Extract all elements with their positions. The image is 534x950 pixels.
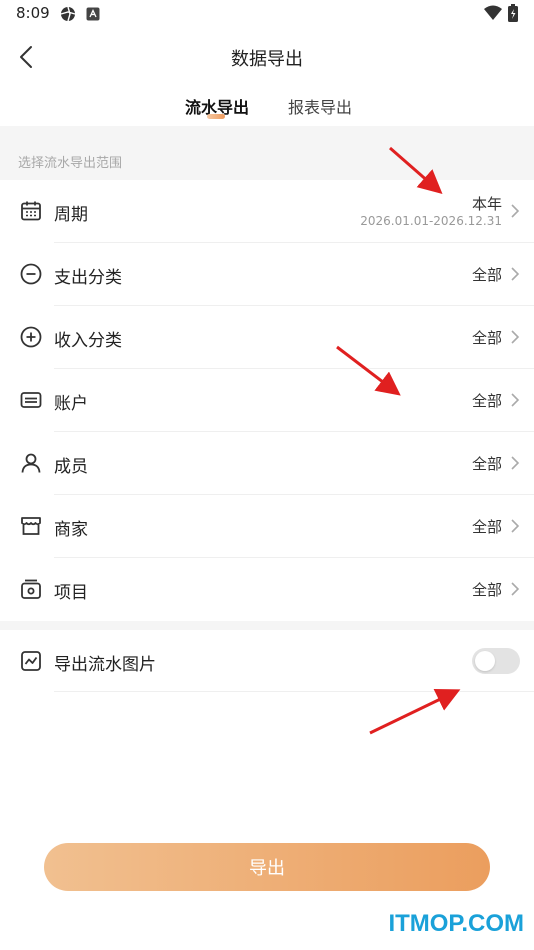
row-label: 支出分类	[54, 268, 122, 288]
person-icon	[19, 451, 43, 475]
tab-bar: 流水导出 报表导出	[0, 92, 534, 124]
row-label: 周期	[54, 205, 88, 225]
export-image-toggle[interactable]	[472, 648, 520, 674]
store-icon	[19, 514, 43, 538]
row-label: 收入分类	[54, 331, 122, 351]
project-icon	[19, 577, 43, 601]
row-income-category[interactable]: 收入分类 全部	[0, 306, 534, 369]
active-tab-indicator	[207, 114, 225, 119]
status-time: 8:09	[16, 4, 50, 22]
row-value: 全部	[471, 266, 502, 284]
chevron-right-icon	[510, 518, 520, 534]
period-range: 2026.01.01-2026.12.31	[360, 214, 502, 228]
plus-circle-icon	[19, 325, 43, 349]
chevron-right-icon	[510, 455, 520, 471]
section-title: 选择流水导出范围	[18, 156, 123, 171]
status-bar: 8:09	[0, 0, 534, 28]
chevron-right-icon	[510, 392, 520, 408]
watermark-logo: ITMOP.COM	[388, 910, 524, 937]
app-notification-icon	[86, 6, 100, 25]
tab-report-export[interactable]: 报表导出	[288, 94, 352, 118]
toggle-label: 导出流水图片	[54, 655, 156, 675]
row-period[interactable]: 周期 本年 2026.01.01-2026.12.31	[0, 180, 534, 243]
row-merchant[interactable]: 商家 全部	[0, 495, 534, 558]
row-value: 全部	[471, 455, 502, 473]
chevron-right-icon	[510, 266, 520, 282]
minus-circle-icon	[19, 262, 43, 286]
row-value: 本年	[471, 195, 502, 213]
battery-icon	[508, 4, 518, 26]
nav-bar: 数据导出	[0, 34, 534, 80]
page-title: 数据导出	[231, 49, 303, 70]
wifi-icon	[484, 5, 502, 25]
calendar-icon	[19, 199, 43, 223]
row-account[interactable]: 账户 全部	[0, 369, 534, 432]
row-export-image: 导出流水图片	[0, 630, 534, 692]
card-icon	[19, 388, 43, 412]
row-label: 账户	[54, 394, 88, 414]
row-value: 全部	[471, 392, 502, 410]
row-member[interactable]: 成员 全部	[0, 432, 534, 495]
row-label: 商家	[54, 520, 88, 540]
chevron-right-icon	[510, 203, 520, 219]
export-button[interactable]: 导出	[44, 843, 490, 891]
divider	[54, 691, 534, 692]
row-label: 项目	[54, 583, 88, 603]
chevron-right-icon	[510, 329, 520, 345]
page: 8:09 数据导出 流水导出 报表导出 选择流水导出范围 周期 本年 2026.…	[0, 0, 534, 950]
toggle-knob	[475, 651, 495, 671]
row-label: 成员	[54, 457, 88, 477]
row-value: 全部	[471, 581, 502, 599]
section-separator	[0, 621, 534, 630]
red-arrow-toggle	[369, 689, 461, 735]
row-value: 全部	[471, 518, 502, 536]
row-value: 全部	[471, 329, 502, 347]
image-chart-icon	[19, 649, 43, 673]
aperture-icon	[60, 6, 76, 26]
row-project[interactable]: 项目 全部	[0, 558, 534, 621]
chevron-right-icon	[510, 581, 520, 597]
row-expense-category[interactable]: 支出分类 全部	[0, 243, 534, 306]
